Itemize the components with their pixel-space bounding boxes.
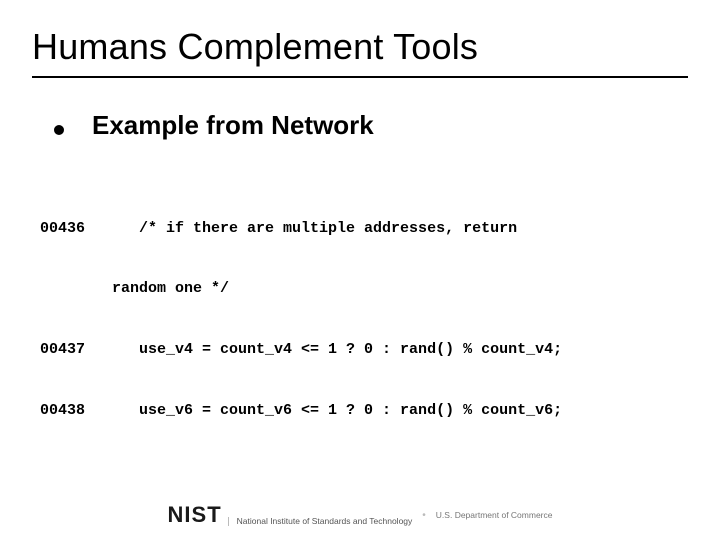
bullet-text: Example from Network xyxy=(92,110,374,141)
title-underline xyxy=(32,76,688,78)
slide: Humans Complement Tools Example from Net… xyxy=(0,0,720,540)
nist-org-name: National Institute of Standards and Tech… xyxy=(228,517,413,526)
nist-logo-text: NIST xyxy=(168,504,222,526)
code-block: 00436 /* if there are multiple addresses… xyxy=(40,178,696,462)
nist-logo: NIST National Institute of Standards and… xyxy=(168,504,413,526)
footer: NIST National Institute of Standards and… xyxy=(0,504,720,526)
code-line: random one */ xyxy=(40,279,696,299)
code-line: 00438 use_v6 = count_v6 <= 1 ? 0 : rand(… xyxy=(40,401,696,421)
code-line: 00437 use_v4 = count_v4 <= 1 ? 0 : rand(… xyxy=(40,340,696,360)
bullet-dot-icon xyxy=(54,125,64,135)
code-line: 00436 /* if there are multiple addresses… xyxy=(40,219,696,239)
slide-title: Humans Complement Tools xyxy=(32,26,688,68)
footer-department: U.S. Department of Commerce xyxy=(436,510,553,520)
bullet-item: Example from Network xyxy=(54,110,680,141)
footer-separator-icon: • xyxy=(422,510,426,521)
